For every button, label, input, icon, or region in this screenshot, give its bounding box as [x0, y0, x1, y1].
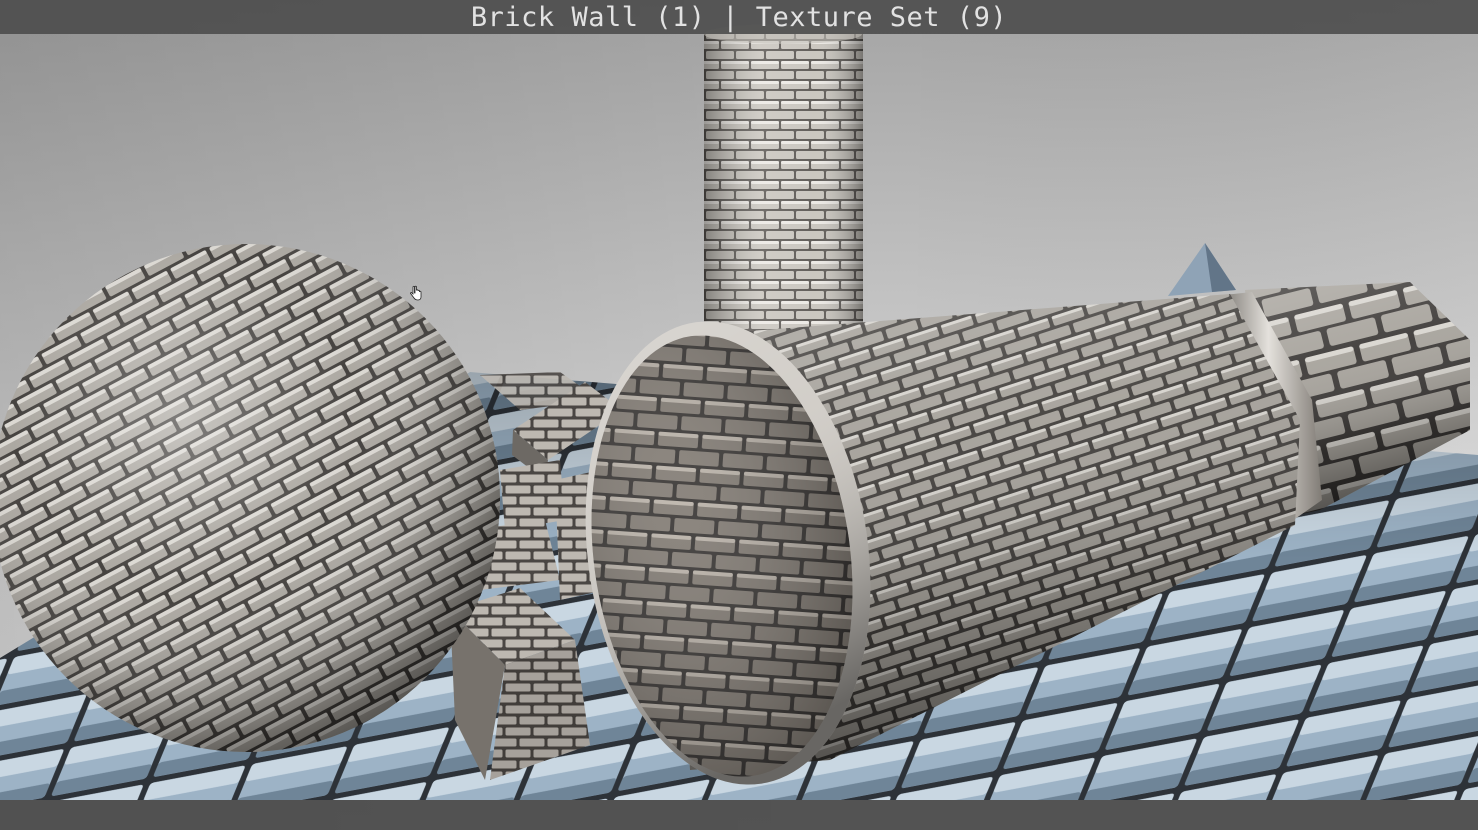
3d-viewport[interactable]: Brick Wall (1) | Texture Set (9) [0, 0, 1478, 830]
viewport-title: Brick Wall (1) | Texture Set (9) [470, 1, 1008, 33]
hand-icon [410, 285, 422, 301]
title-bar: Brick Wall (1) | Texture Set (9) [0, 0, 1478, 34]
bottom-bar [0, 800, 1478, 830]
brick-tower [704, 24, 863, 334]
scene-canvas[interactable] [0, 0, 1478, 830]
brick-sphere [0, 244, 500, 752]
